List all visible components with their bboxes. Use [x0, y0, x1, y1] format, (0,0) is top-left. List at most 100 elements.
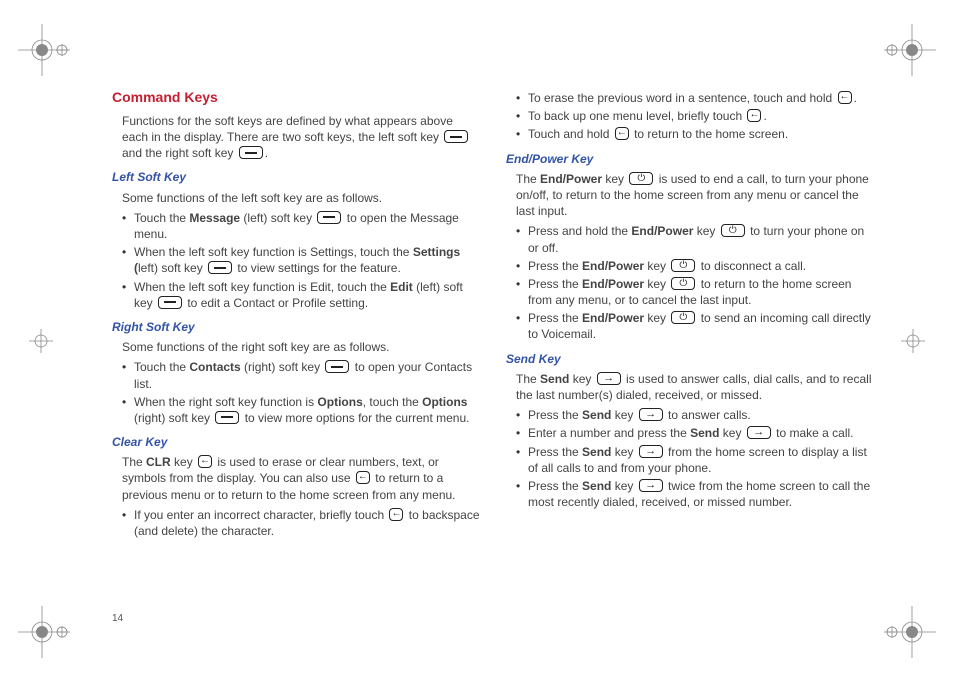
crop-mark-icon	[14, 602, 74, 662]
text: key	[644, 259, 669, 273]
bold-text: End/Power	[582, 311, 644, 325]
paragraph: Some functions of the left soft key are …	[122, 190, 482, 206]
page-body: Command Keys Functions for the soft keys…	[112, 88, 876, 612]
bold-text: Send	[690, 426, 719, 440]
text: to view more options for the current men…	[241, 411, 469, 425]
clr-key-icon	[615, 127, 629, 140]
list-item: Press and hold the End/Power key to turn…	[516, 223, 876, 255]
text: key	[611, 445, 636, 459]
text: (left) soft key	[240, 211, 315, 225]
list-item: Press the Send key to answer calls.	[516, 407, 876, 423]
bold-text: End/Power	[540, 172, 602, 186]
bold-text: End/Power	[582, 277, 644, 291]
text: key	[602, 172, 627, 186]
power-key-icon	[629, 172, 653, 185]
crop-mark-icon	[880, 311, 940, 371]
softkey-icon	[158, 296, 182, 309]
text: (right) soft key	[241, 360, 324, 374]
clr-key-icon	[389, 508, 403, 521]
power-key-icon	[721, 224, 745, 237]
text: Press the	[528, 311, 582, 325]
bold-text: Contacts	[189, 360, 240, 374]
text: To back up one menu level, briefly touch	[528, 109, 745, 123]
text: The	[516, 372, 540, 386]
list-item: Touch the Message (left) soft key to ope…	[122, 210, 482, 242]
list-item: If you enter an incorrect character, bri…	[122, 507, 482, 539]
send-key-icon	[747, 426, 771, 439]
bold-text: Options	[317, 395, 362, 409]
text: To erase the previous word in a sentence…	[528, 91, 836, 105]
right-column: To erase the previous word in a sentence…	[506, 88, 876, 612]
subsection-heading: End/Power Key	[506, 151, 876, 167]
text: and the right soft key	[122, 146, 237, 160]
text: key	[171, 455, 196, 469]
text: key	[719, 426, 744, 440]
text: .	[265, 146, 268, 160]
power-key-icon	[671, 277, 695, 290]
crop-mark-icon	[14, 20, 74, 80]
text: key	[693, 224, 718, 238]
bold-text: Edit	[390, 280, 413, 294]
list-item: Press the End/Power key to return to the…	[516, 276, 876, 308]
power-key-icon	[671, 259, 695, 272]
bold-text: Send	[582, 445, 611, 459]
text: to view settings for the feature.	[234, 261, 401, 275]
list-item: Enter a number and press the Send key to…	[516, 425, 876, 441]
text: Press the	[528, 277, 582, 291]
page-number: 14	[112, 613, 123, 624]
text: key	[644, 311, 669, 325]
bullet-list: Touch the Contacts (right) soft key to o…	[122, 359, 482, 426]
text: , touch the	[363, 395, 422, 409]
crop-mark-icon	[880, 20, 940, 80]
send-key-icon	[597, 372, 621, 385]
paragraph: Some functions of the right soft key are…	[122, 339, 482, 355]
paragraph: The Send key is used to answer calls, di…	[516, 371, 876, 403]
text: When the left soft key function is Edit,…	[134, 280, 390, 294]
subsection-heading: Right Soft Key	[112, 319, 482, 335]
bold-text: CLR	[146, 455, 171, 469]
bullet-list: Press and hold the End/Power key to turn…	[516, 223, 876, 342]
send-key-icon	[639, 408, 663, 421]
text: Press the	[528, 259, 582, 273]
text: The	[516, 172, 540, 186]
bold-text: End/Power	[582, 259, 644, 273]
bold-text: Send	[540, 372, 569, 386]
list-item: Press the Send key twice from the home s…	[516, 478, 876, 510]
list-item: When the left soft key function is Setti…	[122, 244, 482, 276]
list-item: Press the End/Power key to disconnect a …	[516, 258, 876, 274]
text: to edit a Contact or Profile setting.	[184, 296, 368, 310]
list-item: Touch the Contacts (right) soft key to o…	[122, 359, 482, 391]
text: to return to the home screen.	[631, 127, 788, 141]
list-item: Press the End/Power key to send an incom…	[516, 310, 876, 342]
text: (right) soft key	[134, 411, 213, 425]
crop-mark-icon	[14, 311, 74, 371]
text: The	[122, 455, 146, 469]
clr-key-icon	[747, 109, 761, 122]
intro-paragraph: Functions for the soft keys are defined …	[122, 113, 482, 162]
text: Functions for the soft keys are defined …	[122, 114, 453, 144]
text: When the right soft key function is	[134, 395, 317, 409]
bold-text: Options	[422, 395, 467, 409]
subsection-heading: Send Key	[506, 351, 876, 367]
softkey-icon	[444, 130, 468, 143]
text: Enter a number and press the	[528, 426, 690, 440]
text: .	[854, 91, 857, 105]
text: Press the	[528, 408, 582, 422]
text: key	[644, 277, 669, 291]
softkey-icon	[317, 211, 341, 224]
bullet-list: Touch the Message (left) soft key to ope…	[122, 210, 482, 311]
list-item: When the left soft key function is Edit,…	[122, 279, 482, 311]
paragraph: The End/Power key is used to end a call,…	[516, 171, 876, 220]
power-key-icon	[671, 311, 695, 324]
text: Touch the	[134, 211, 189, 225]
text: left) soft key	[138, 261, 206, 275]
text: Press the	[528, 479, 582, 493]
softkey-icon	[208, 261, 232, 274]
left-column: Command Keys Functions for the soft keys…	[112, 88, 482, 612]
text: key	[611, 479, 636, 493]
softkey-icon	[325, 360, 349, 373]
bold-text: Send	[582, 479, 611, 493]
text: Touch the	[134, 360, 189, 374]
text: key	[611, 408, 636, 422]
crop-mark-icon	[880, 602, 940, 662]
